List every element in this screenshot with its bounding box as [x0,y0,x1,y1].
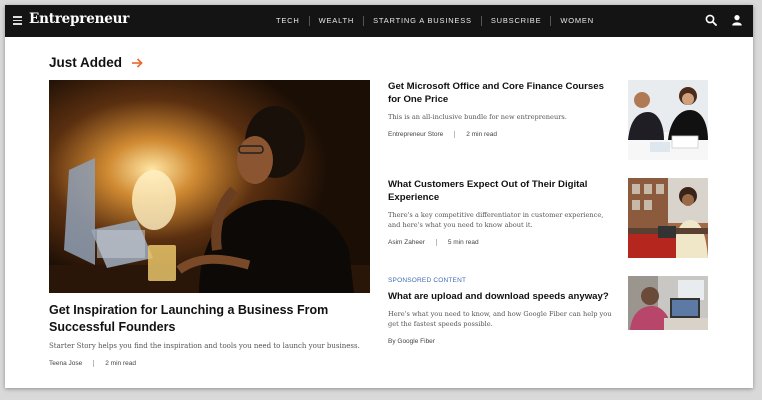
menu-icon[interactable] [13,16,22,25]
article-title[interactable]: Get Microsoft Office and Core Finance Co… [388,80,613,106]
section-header[interactable]: Just Added [49,55,143,70]
article-description: There's a key competitive differentiator… [388,211,604,229]
user-icon[interactable] [731,14,743,26]
author-name[interactable]: Entrepreneur Store [388,131,443,138]
read-time: 2 min read [466,131,498,138]
read-time: 5 min read [447,239,479,246]
site-logo[interactable]: Entrepreneur [29,11,129,27]
article-thumbnail[interactable] [628,80,708,160]
hero-title[interactable]: Get Inspiration for Launching a Business… [49,302,369,336]
meta-divider [454,131,456,138]
page-frame: Entrepreneur TECH WEALTH STARTING A BUSI… [5,5,753,388]
article-item: What Customers Expect Out of Their Digit… [388,178,613,246]
article-thumbnail[interactable] [628,276,708,330]
article-meta: Entrepreneur Store 2 min read [388,131,613,138]
article-title[interactable]: What are upload and download speeds anyw… [388,290,613,303]
article-item: SPONSORED CONTENT What are upload and do… [388,277,613,345]
nav-item-tech[interactable]: TECH [267,16,309,26]
article-meta: By Google Fiber [388,338,613,345]
top-nav: Entrepreneur TECH WEALTH STARTING A BUSI… [5,5,753,37]
author-name[interactable]: Asim Zaheer [388,239,425,246]
hero-description: Starter Story helps you find the inspira… [49,342,360,350]
search-icon[interactable] [705,14,717,26]
sponsored-label: SPONSORED CONTENT [388,277,467,284]
meta-divider [93,360,95,367]
nav-item-subscribe[interactable]: SUBSCRIBE [480,16,551,26]
nav-item-women[interactable]: WOMEN [550,16,603,26]
nav-item-wealth[interactable]: WEALTH [308,16,364,26]
article-description: This is an all-inclusive bundle for new … [388,113,567,121]
article-description: Here's what you need to know, and how Go… [388,310,612,328]
read-time: 2 min read [105,360,136,367]
hero-image[interactable] [49,80,370,293]
section-title[interactable]: Just Added [49,55,122,70]
article-meta: Asim Zaheer 5 min read [388,239,613,246]
hero-meta: Teena Jose 2 min read [49,360,136,367]
article-item: Get Microsoft Office and Core Finance Co… [388,80,613,138]
meta-divider [435,239,437,246]
author-name[interactable]: By Google Fiber [388,338,435,345]
arrow-right-icon[interactable] [131,57,143,69]
nav-menu: TECH WEALTH STARTING A BUSINESS SUBSCRIB… [267,5,603,37]
author-name[interactable]: Teena Jose [49,360,82,367]
nav-item-starting-a-business[interactable]: STARTING A BUSINESS [363,16,481,26]
article-title[interactable]: What Customers Expect Out of Their Digit… [388,178,613,204]
article-thumbnail[interactable] [628,178,708,258]
